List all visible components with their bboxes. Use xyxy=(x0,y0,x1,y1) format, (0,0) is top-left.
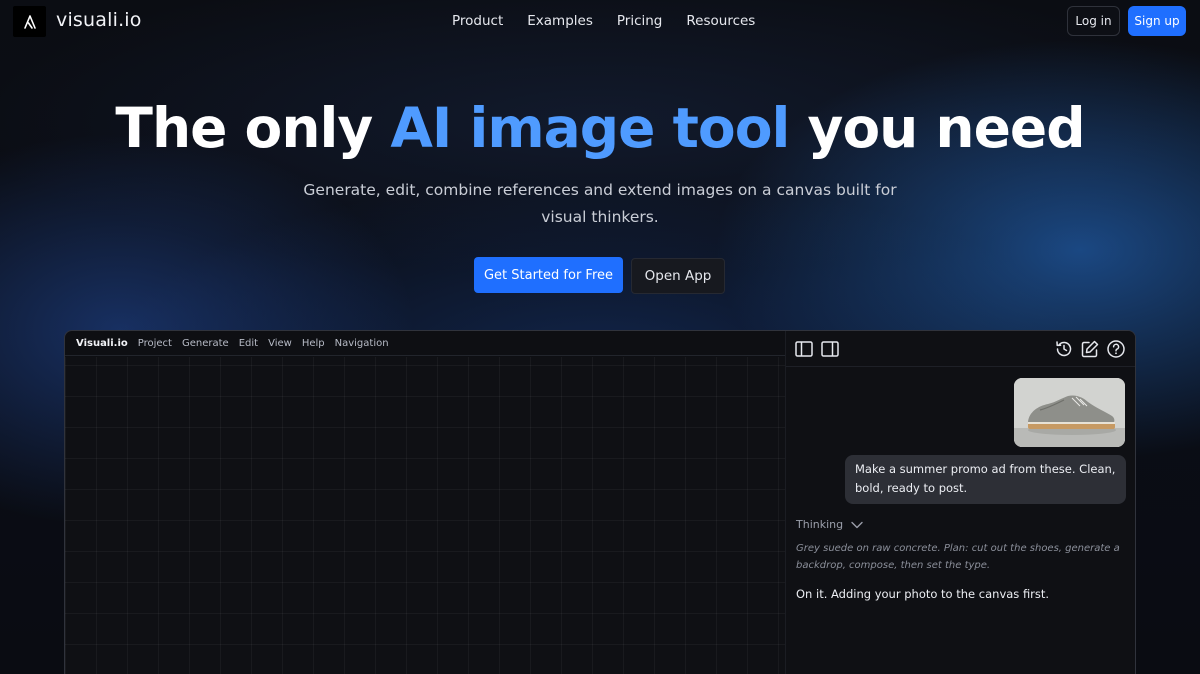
nav-link-product[interactable]: Product xyxy=(452,13,503,29)
nav-link-examples[interactable]: Examples xyxy=(527,13,593,29)
menu-generate[interactable]: Generate xyxy=(182,338,229,349)
get-started-button[interactable]: Get Started for Free xyxy=(474,257,623,293)
user-message: Make a summer promo ad from these. Clean… xyxy=(845,455,1126,504)
menu-edit[interactable]: Edit xyxy=(239,338,258,349)
open-app-button[interactable]: Open App xyxy=(631,258,725,294)
app-preview-window: Visuali.io Project Generate Edit View He… xyxy=(64,330,1136,674)
thinking-text: Grey suede on raw concrete. Plan: cut ou… xyxy=(796,543,1120,571)
app-brand: Visuali.io xyxy=(76,337,128,349)
hero-title-post: you need xyxy=(789,96,1085,160)
thinking-toggle[interactable]: Thinking xyxy=(796,518,863,531)
panel-toolbar xyxy=(786,331,1135,367)
nav-link-pricing[interactable]: Pricing xyxy=(617,13,663,29)
brand-name[interactable]: visuali.io xyxy=(56,9,142,31)
assistant-reply: On it. Adding your photo to the canvas f… xyxy=(796,587,1050,601)
hero-subtitle: Generate, edit, combine references and e… xyxy=(303,181,897,226)
hero-title: The only AI image tool you need xyxy=(0,96,1200,160)
thinking-label: Thinking xyxy=(796,518,844,531)
top-nav: visuali.io Product Examples Pricing Reso… xyxy=(0,0,1200,42)
attached-shoe-image[interactable] xyxy=(1014,378,1125,447)
app-menubar: Visuali.io Project Generate Edit View He… xyxy=(65,331,785,356)
chat-panel: Make a summer promo ad from these. Clean… xyxy=(785,331,1135,674)
panel-right-icon[interactable] xyxy=(820,339,840,359)
nav-links: Product Examples Pricing Resources xyxy=(452,13,779,29)
signup-button[interactable]: Sign up xyxy=(1128,6,1186,36)
shoe-photo xyxy=(1014,378,1125,447)
menu-navigation[interactable]: Navigation xyxy=(335,338,389,349)
visuali-logo-icon[interactable] xyxy=(13,6,46,37)
login-button[interactable]: Log in xyxy=(1067,6,1120,36)
menu-project[interactable]: Project xyxy=(138,338,172,349)
landing-page: visuali.io Product Examples Pricing Reso… xyxy=(0,0,1200,674)
menu-help[interactable]: Help xyxy=(302,338,325,349)
history-icon[interactable] xyxy=(1054,339,1074,359)
hero-title-pre: The only xyxy=(115,96,391,160)
design-canvas[interactable] xyxy=(65,357,785,674)
nav-link-resources[interactable]: Resources xyxy=(686,13,755,29)
edit-icon[interactable] xyxy=(1080,339,1100,359)
chevron-down-icon xyxy=(851,521,863,528)
help-icon[interactable] xyxy=(1106,339,1126,359)
hero-title-accent: AI image tool xyxy=(390,96,790,160)
panel-left-icon[interactable] xyxy=(794,339,814,359)
menu-view[interactable]: View xyxy=(268,338,292,349)
